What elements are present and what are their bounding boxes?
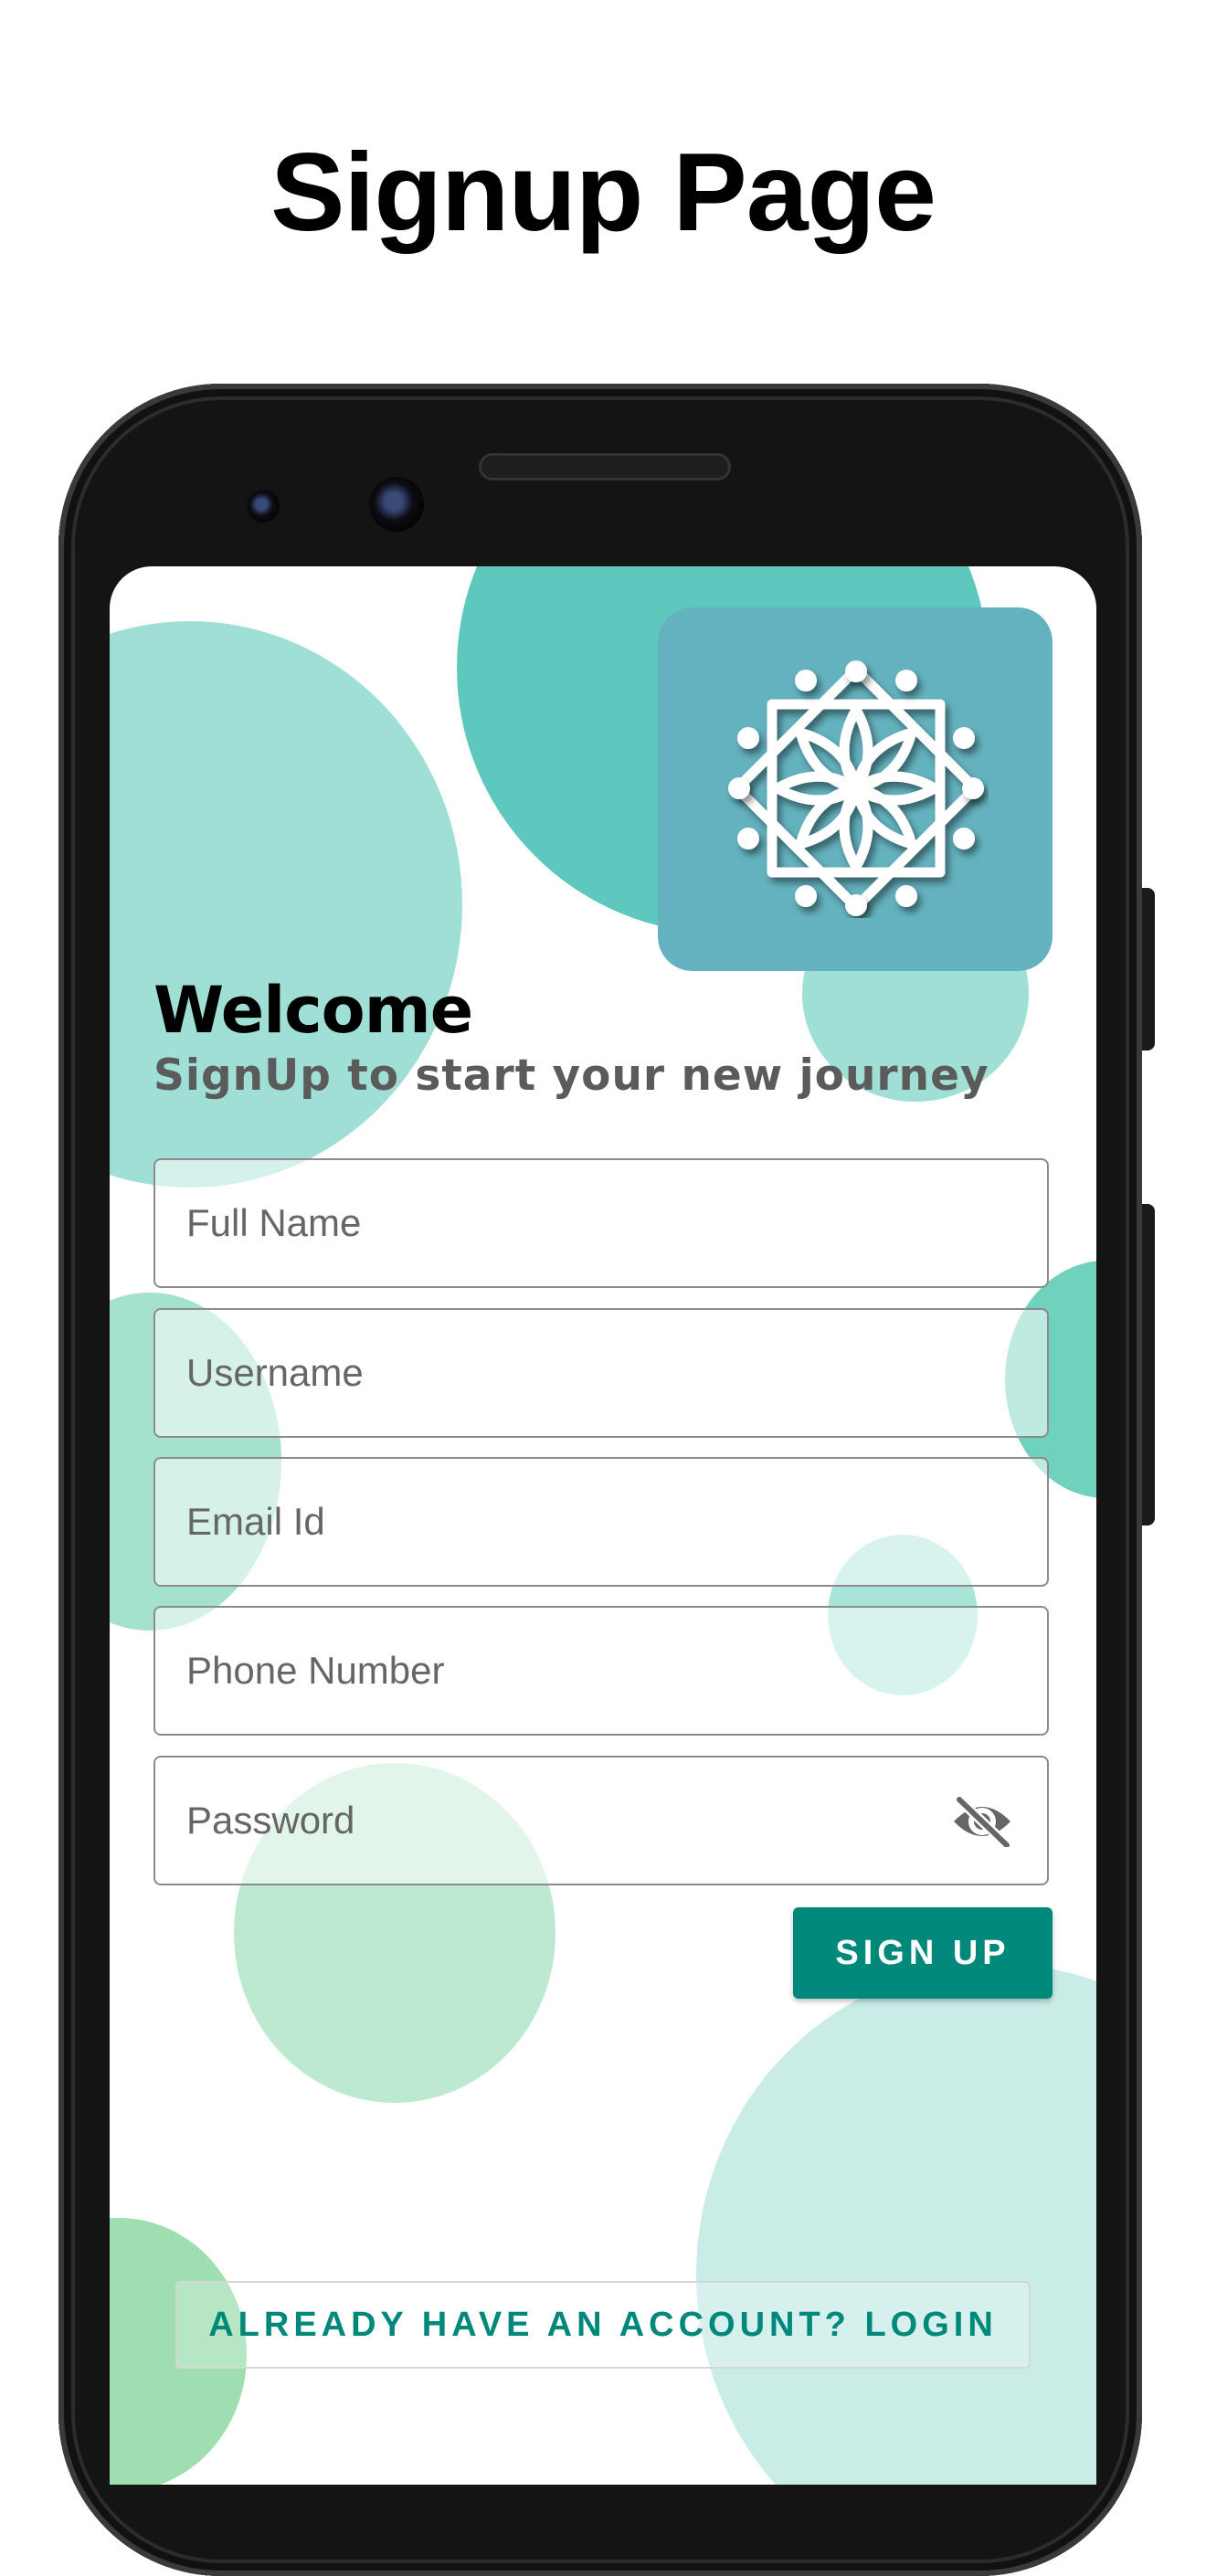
page-title: Signup Page <box>270 130 936 254</box>
password-input[interactable] <box>186 1758 899 1884</box>
volume-button <box>1142 1204 1155 1526</box>
app-logo <box>658 607 1053 971</box>
welcome-heading: Welcome <box>153 973 473 1048</box>
welcome-subtitle: SignUp to start your new journey <box>153 1050 989 1101</box>
mandala-flower-icon <box>728 660 984 916</box>
password-field[interactable] <box>153 1756 1049 1885</box>
email-field[interactable] <box>153 1457 1049 1587</box>
power-button <box>1142 888 1155 1050</box>
sign-up-button[interactable]: SIGN UP <box>793 1907 1053 1999</box>
bg-bubble <box>696 1964 1096 2485</box>
bg-bubble <box>110 621 462 1188</box>
front-camera-icon <box>369 477 424 532</box>
sensor-icon <box>247 490 280 523</box>
email-input[interactable] <box>186 1459 972 1585</box>
eye-off-icon[interactable] <box>950 1796 1014 1847</box>
username-field[interactable] <box>153 1308 1049 1438</box>
username-input[interactable] <box>186 1310 972 1436</box>
full-name-input[interactable] <box>186 1160 972 1286</box>
phone-number-field[interactable] <box>153 1606 1049 1736</box>
app-screen: Welcome SignUp to start your new journey… <box>110 566 1096 2485</box>
earpiece-speaker <box>479 453 731 480</box>
full-name-field[interactable] <box>153 1158 1049 1288</box>
phone-number-input[interactable] <box>186 1608 972 1734</box>
login-link-button[interactable]: ALREADY HAVE AN ACCOUNT? LOGIN <box>175 2281 1031 2369</box>
